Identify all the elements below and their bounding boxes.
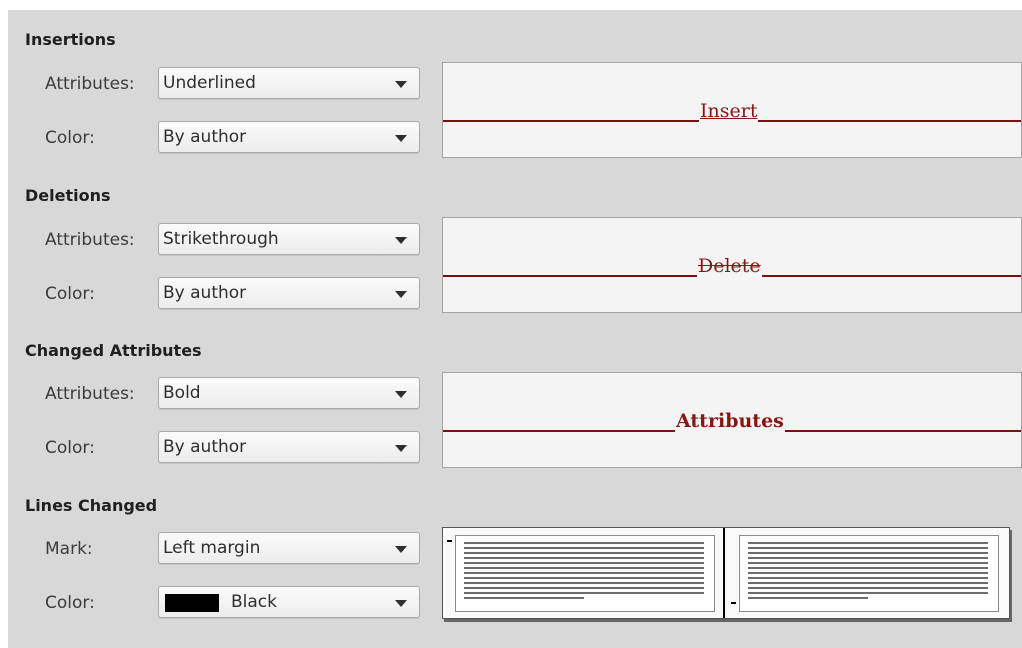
deletions-title: Deletions bbox=[25, 186, 111, 205]
text-line bbox=[748, 552, 988, 554]
insertions-color-dropdown[interactable]: By author bbox=[158, 121, 420, 153]
changed-color-value: By author bbox=[163, 437, 247, 457]
deletions-color-dropdown[interactable]: By author bbox=[158, 277, 420, 309]
text-line bbox=[748, 557, 988, 559]
color-swatch bbox=[165, 594, 219, 612]
changed-attributes-title: Changed Attributes bbox=[25, 341, 202, 360]
deletions-color-label: Color: bbox=[45, 284, 95, 304]
lines-changed-title: Lines Changed bbox=[25, 496, 158, 515]
changed-attributes-preview: Attributes bbox=[442, 372, 1022, 468]
insertions-preview-text: Insert bbox=[699, 100, 759, 122]
change-mark bbox=[731, 602, 736, 604]
text-line bbox=[748, 582, 988, 584]
lines-color-value: Black bbox=[231, 592, 277, 612]
text-line bbox=[464, 542, 704, 544]
text-line bbox=[464, 562, 704, 564]
deletions-attributes-label: Attributes: bbox=[45, 230, 135, 250]
chevron-down-icon bbox=[395, 445, 407, 452]
lines-color-label: Color: bbox=[45, 593, 95, 613]
text-line bbox=[748, 592, 988, 594]
insertions-title: Insertions bbox=[25, 30, 116, 49]
chevron-down-icon bbox=[395, 81, 407, 88]
deletions-preview: Delete bbox=[442, 217, 1022, 313]
text-line bbox=[464, 557, 704, 559]
insertions-attributes-dropdown[interactable]: Underlined bbox=[158, 67, 420, 99]
page-text-area bbox=[739, 535, 999, 612]
changed-attributes-value: Bold bbox=[163, 383, 201, 403]
text-line bbox=[748, 572, 988, 574]
text-line bbox=[464, 577, 704, 579]
deletions-attributes-value: Strikethrough bbox=[163, 229, 279, 249]
text-line bbox=[464, 567, 704, 569]
deletions-color-value: By author bbox=[163, 283, 247, 303]
text-line bbox=[464, 592, 704, 594]
lines-mark-label: Mark: bbox=[45, 539, 93, 559]
options-panel: Insertions Attributes: Underlined Color:… bbox=[8, 10, 1022, 648]
changed-preview-text: Attributes bbox=[675, 410, 785, 432]
text-line bbox=[464, 582, 704, 584]
changed-color-label: Color: bbox=[45, 438, 95, 458]
deletions-attributes-dropdown[interactable]: Strikethrough bbox=[158, 223, 420, 255]
lines-mark-dropdown[interactable]: Left margin bbox=[158, 532, 420, 564]
text-line bbox=[748, 547, 988, 549]
lines-mark-value: Left margin bbox=[163, 538, 261, 558]
text-line bbox=[464, 597, 584, 599]
changed-attributes-label: Attributes: bbox=[45, 384, 135, 404]
chevron-down-icon bbox=[395, 391, 407, 398]
chevron-down-icon bbox=[395, 600, 407, 607]
insertions-preview: Insert bbox=[442, 62, 1022, 158]
page-text-area bbox=[455, 535, 715, 612]
text-line bbox=[748, 542, 988, 544]
lines-color-dropdown[interactable]: Black bbox=[158, 586, 420, 618]
text-line bbox=[748, 587, 988, 589]
chevron-down-icon bbox=[395, 546, 407, 553]
preview-page-left bbox=[443, 528, 725, 618]
lines-changed-preview bbox=[442, 527, 1010, 619]
deletions-preview-text: Delete bbox=[697, 255, 762, 277]
insertions-color-value: By author bbox=[163, 127, 247, 147]
text-line bbox=[464, 552, 704, 554]
text-line bbox=[748, 562, 988, 564]
change-mark bbox=[447, 540, 452, 542]
text-line bbox=[464, 547, 704, 549]
insertions-color-label: Color: bbox=[45, 128, 95, 148]
insertions-attributes-value: Underlined bbox=[163, 73, 256, 93]
text-line bbox=[464, 572, 704, 574]
chevron-down-icon bbox=[395, 291, 407, 298]
text-line bbox=[748, 577, 988, 579]
changed-attributes-dropdown[interactable]: Bold bbox=[158, 377, 420, 409]
changed-color-dropdown[interactable]: By author bbox=[158, 431, 420, 463]
preview-page-right bbox=[727, 528, 1009, 618]
chevron-down-icon bbox=[395, 237, 407, 244]
chevron-down-icon bbox=[395, 135, 407, 142]
text-line bbox=[748, 567, 988, 569]
text-line bbox=[748, 597, 868, 599]
text-line bbox=[464, 587, 704, 589]
insertions-attributes-label: Attributes: bbox=[45, 74, 135, 94]
